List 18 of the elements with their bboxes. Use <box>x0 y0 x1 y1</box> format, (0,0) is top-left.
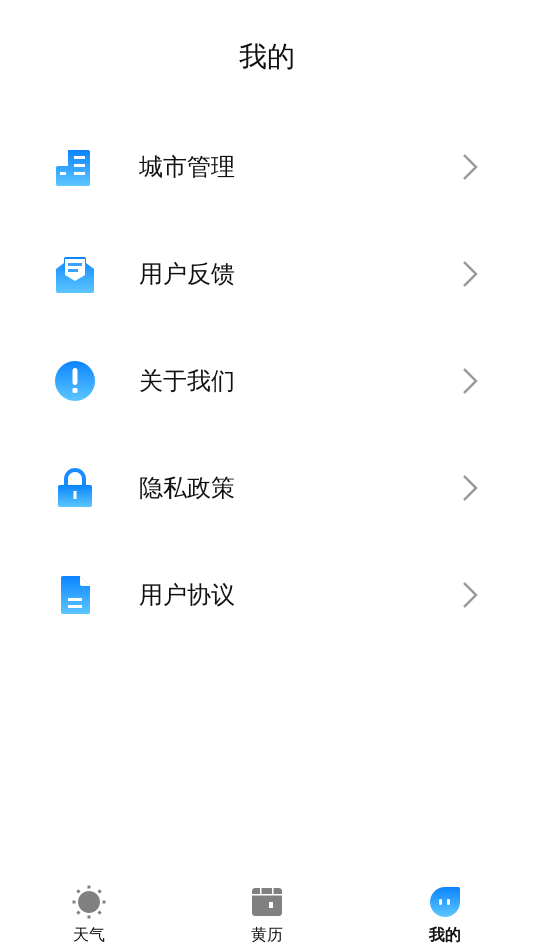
chevron-icon <box>462 580 478 608</box>
chevron-icon <box>462 152 478 180</box>
exclamation-icon <box>54 360 96 402</box>
tab[interactable]: 天气 <box>29 885 149 946</box>
tab[interactable]: 我的 <box>385 885 505 946</box>
menu-item[interactable]: 城市管理 <box>0 113 534 220</box>
chevron-icon <box>462 366 478 394</box>
menu-item[interactable]: 关于我们 <box>0 327 534 434</box>
menu-item[interactable]: 用户协议 <box>0 541 534 648</box>
tab[interactable]: 黄历 <box>207 885 327 946</box>
calendar-icon <box>250 885 284 919</box>
chat-bubble-icon <box>428 885 462 919</box>
menu-item[interactable]: 用户反馈 <box>0 220 534 327</box>
sun-icon <box>72 885 106 919</box>
page-title: 我的 <box>239 38 295 74</box>
chevron-icon <box>462 474 478 502</box>
chevron-icon <box>462 260 478 288</box>
menu-item[interactable]: 隐私政策 <box>0 434 534 541</box>
